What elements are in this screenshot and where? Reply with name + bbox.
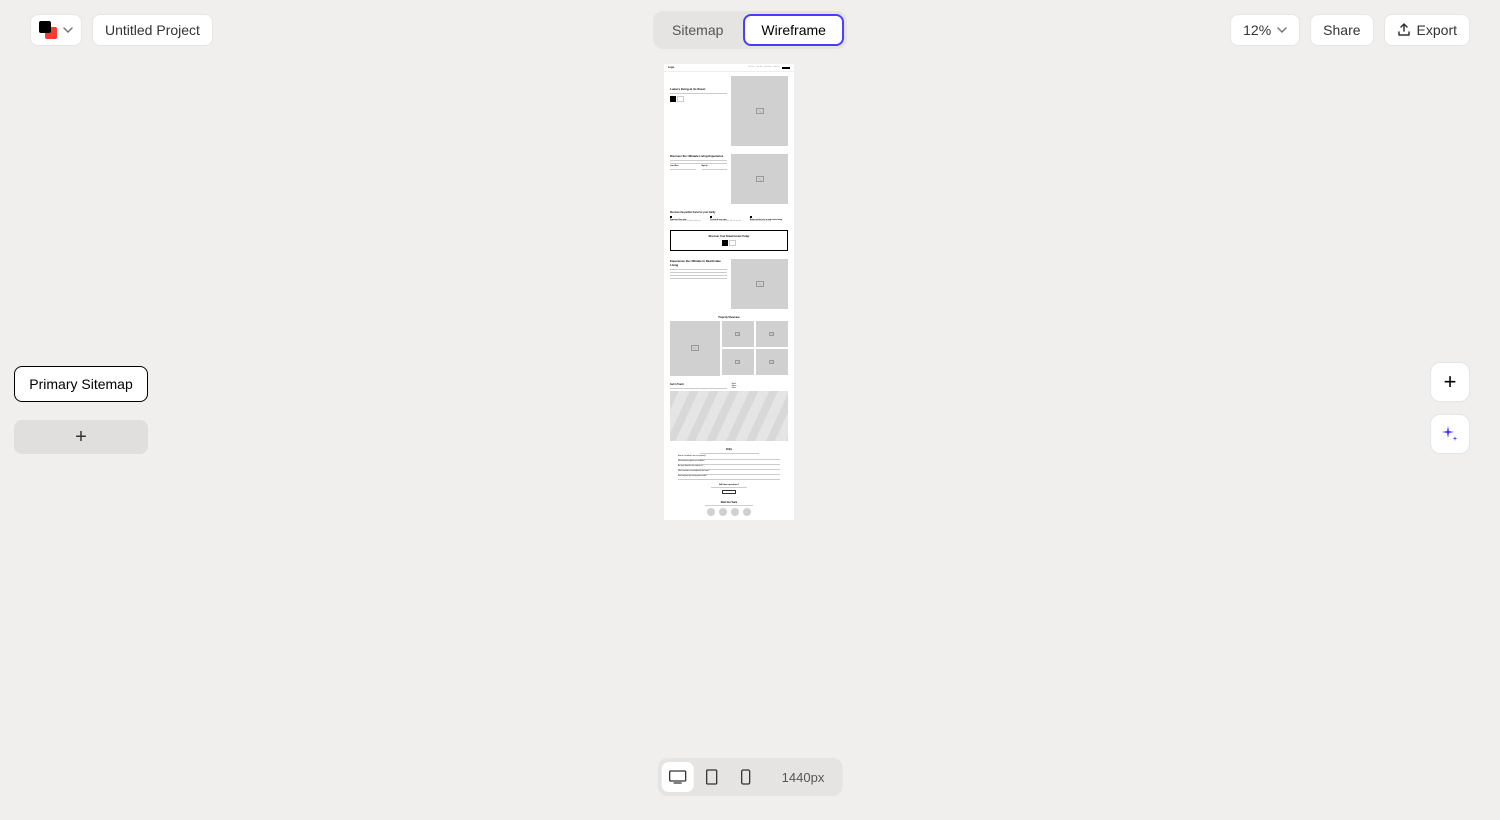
export-label: Export (1417, 22, 1457, 38)
mobile-icon (741, 769, 751, 785)
wf-nav: Logo Link One Link Two Link Three Link F… (664, 64, 794, 72)
ai-assist-button[interactable] (1430, 414, 1470, 454)
sparkle-icon (1440, 424, 1460, 444)
wf-hero-title: Luxury living at its finest (670, 88, 727, 91)
wf-hero-cta-secondary (677, 96, 685, 102)
add-sitemap-button[interactable]: + (14, 420, 148, 454)
chevron-down-icon (1277, 27, 1287, 33)
desktop-icon (669, 770, 687, 784)
wf-hero-section: Luxury living at its finest (664, 72, 794, 150)
wf-features-title: Discover the perfect home for your famil… (670, 212, 788, 214)
app-menu-button[interactable] (30, 14, 82, 46)
wf-nav-links: Link One Link Two Link Three Link Four (748, 67, 779, 68)
device-mobile-button[interactable] (730, 762, 762, 792)
device-tablet-button[interactable] (696, 762, 728, 792)
top-toolbar: Untitled Project Sitemap Wireframe 12% S… (0, 14, 1500, 46)
chevron-down-icon (63, 27, 73, 33)
wf-map (670, 391, 788, 441)
tab-sitemap[interactable]: Sitemap (656, 14, 739, 46)
view-tabs: Sitemap Wireframe (653, 11, 847, 49)
wf-avatar (731, 508, 739, 516)
wireframe-canvas[interactable]: Logo Link One Link Two Link Three Link F… (664, 64, 794, 520)
wf-discover-section: Discover the Ultimate Living Experience … (664, 150, 794, 208)
project-title-button[interactable]: Untitled Project (92, 14, 213, 46)
wf-showcase-section: Property Showcase (664, 313, 794, 380)
wf-team-section: Meet Our Team (664, 498, 794, 521)
viewport-width-label: 1440px (764, 770, 839, 785)
tab-wireframe[interactable]: Wireframe (743, 14, 844, 46)
app-logo-icon (39, 21, 57, 39)
wf-experience-section: Experience the Ultimate in Real Estate L… (664, 255, 794, 313)
toolbar-left-group: Untitled Project (30, 14, 213, 46)
wf-avatar (707, 508, 715, 516)
wf-avatar (743, 508, 751, 516)
wf-contact-section: Get in Touch • Email • Phone • Office (664, 380, 794, 445)
wf-features-section: Discover the perfect home for your famil… (664, 208, 794, 226)
zoom-in-button[interactable]: + (1430, 362, 1470, 402)
plus-icon: + (75, 426, 87, 449)
device-desktop-button[interactable] (662, 762, 694, 792)
wf-faq-section: FAQs How do I schedule a tour of a prope… (664, 445, 794, 498)
wf-discover-title: Discover the Ultimate Living Experience (670, 154, 727, 158)
wf-nav-cta: Button (782, 67, 790, 69)
wf-cta-section: Discover Your Dream Home Today (670, 230, 788, 251)
wf-logo: Logo (668, 66, 674, 69)
wf-avatar (719, 508, 727, 516)
wf-hero-cta-primary (670, 96, 676, 102)
plus-icon: + (1444, 369, 1457, 395)
right-floating-toolbar: + (1430, 362, 1470, 454)
wf-hero-image (731, 76, 788, 146)
zoom-button[interactable]: 12% (1230, 14, 1300, 46)
wf-discover-image (731, 154, 788, 204)
tablet-icon (706, 769, 718, 785)
primary-sitemap-button[interactable]: Primary Sitemap (14, 366, 148, 402)
toolbar-right-group: 12% Share Export (1230, 14, 1470, 46)
share-button[interactable]: Share (1310, 14, 1373, 46)
export-icon (1397, 23, 1411, 37)
export-button[interactable]: Export (1384, 14, 1470, 46)
zoom-value: 12% (1243, 22, 1271, 38)
left-sidebar: Primary Sitemap + (14, 366, 148, 454)
device-toolbar: 1440px (658, 758, 843, 796)
wf-experience-image (731, 259, 788, 309)
